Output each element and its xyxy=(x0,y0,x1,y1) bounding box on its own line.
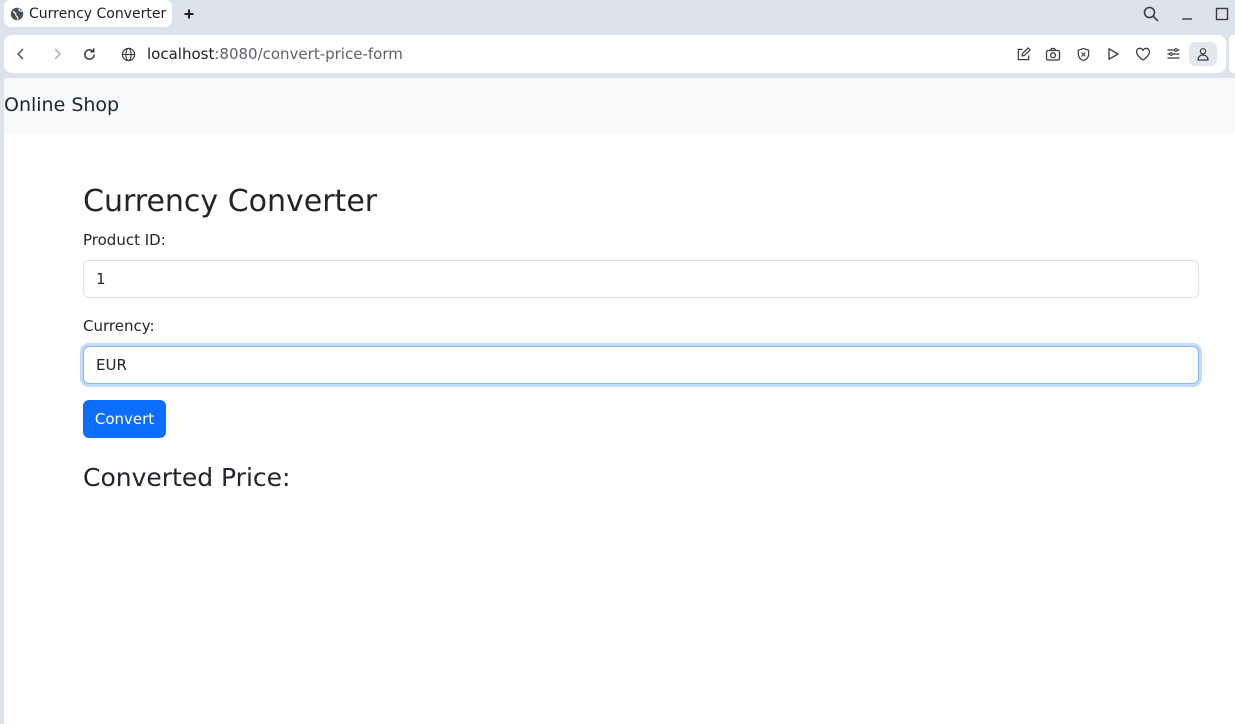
web-page: Online Shop Currency Converter Product I… xyxy=(4,78,1235,724)
shield-icon xyxy=(1077,47,1089,61)
camera-icon xyxy=(1045,47,1061,61)
product-id-label: Product ID: xyxy=(83,231,166,249)
shield-button[interactable] xyxy=(1073,44,1093,64)
play-button[interactable] xyxy=(1103,44,1123,64)
back-icon xyxy=(16,48,24,60)
site-info-icon xyxy=(121,47,135,61)
navbar: Online Shop xyxy=(4,78,1235,134)
reload-icon xyxy=(83,47,95,60)
menu-icon xyxy=(1167,48,1179,59)
convert-button[interactable]: Convert xyxy=(83,400,166,438)
site-info-button[interactable] xyxy=(118,44,138,64)
forward-button[interactable] xyxy=(47,44,67,64)
tab-title: Currency Converter xyxy=(29,5,167,22)
page-title: Currency Converter xyxy=(83,184,378,219)
play-icon xyxy=(1108,48,1119,60)
minimize-button[interactable] xyxy=(1177,4,1197,24)
product-id-input[interactable] xyxy=(83,260,1199,298)
search-tabs-button[interactable] xyxy=(1141,4,1161,24)
address-bar[interactable]: localhost:8080/convert-price-form xyxy=(147,44,403,64)
url-host: localhost xyxy=(147,45,215,63)
url-path: :8080/convert-price-form xyxy=(214,45,403,63)
browser-toolbar: localhost:8080/convert-price-form xyxy=(4,35,1226,73)
maximize-icon xyxy=(1215,7,1229,21)
converted-price-heading: Converted Price: xyxy=(83,463,291,492)
new-tab-button[interactable] xyxy=(180,5,198,23)
forward-icon xyxy=(54,48,62,60)
edit-button[interactable] xyxy=(1013,44,1033,64)
navbar-brand[interactable]: Online Shop xyxy=(4,94,119,116)
reload-button[interactable] xyxy=(79,44,99,64)
globe-icon xyxy=(9,6,24,21)
currency-label: Currency: xyxy=(83,317,155,335)
browser-tab[interactable]: Currency Converter xyxy=(4,0,172,27)
menu-button[interactable] xyxy=(1163,44,1183,64)
edit-icon xyxy=(1017,46,1031,60)
plus-icon xyxy=(184,9,194,19)
currency-input[interactable] xyxy=(83,346,1199,384)
maximize-button[interactable] xyxy=(1212,4,1232,24)
profile-button[interactable] xyxy=(1189,42,1217,66)
back-button[interactable] xyxy=(11,44,31,64)
screenshot-button[interactable] xyxy=(1043,44,1063,64)
heart-icon xyxy=(1135,47,1151,61)
favorites-button[interactable] xyxy=(1133,44,1153,64)
tab-strip: Currency Converter xyxy=(0,0,1235,30)
toolbar-edge xyxy=(1229,35,1235,73)
profile-icon xyxy=(1197,48,1209,61)
minimize-icon xyxy=(1182,18,1192,20)
search-icon xyxy=(1143,6,1159,22)
